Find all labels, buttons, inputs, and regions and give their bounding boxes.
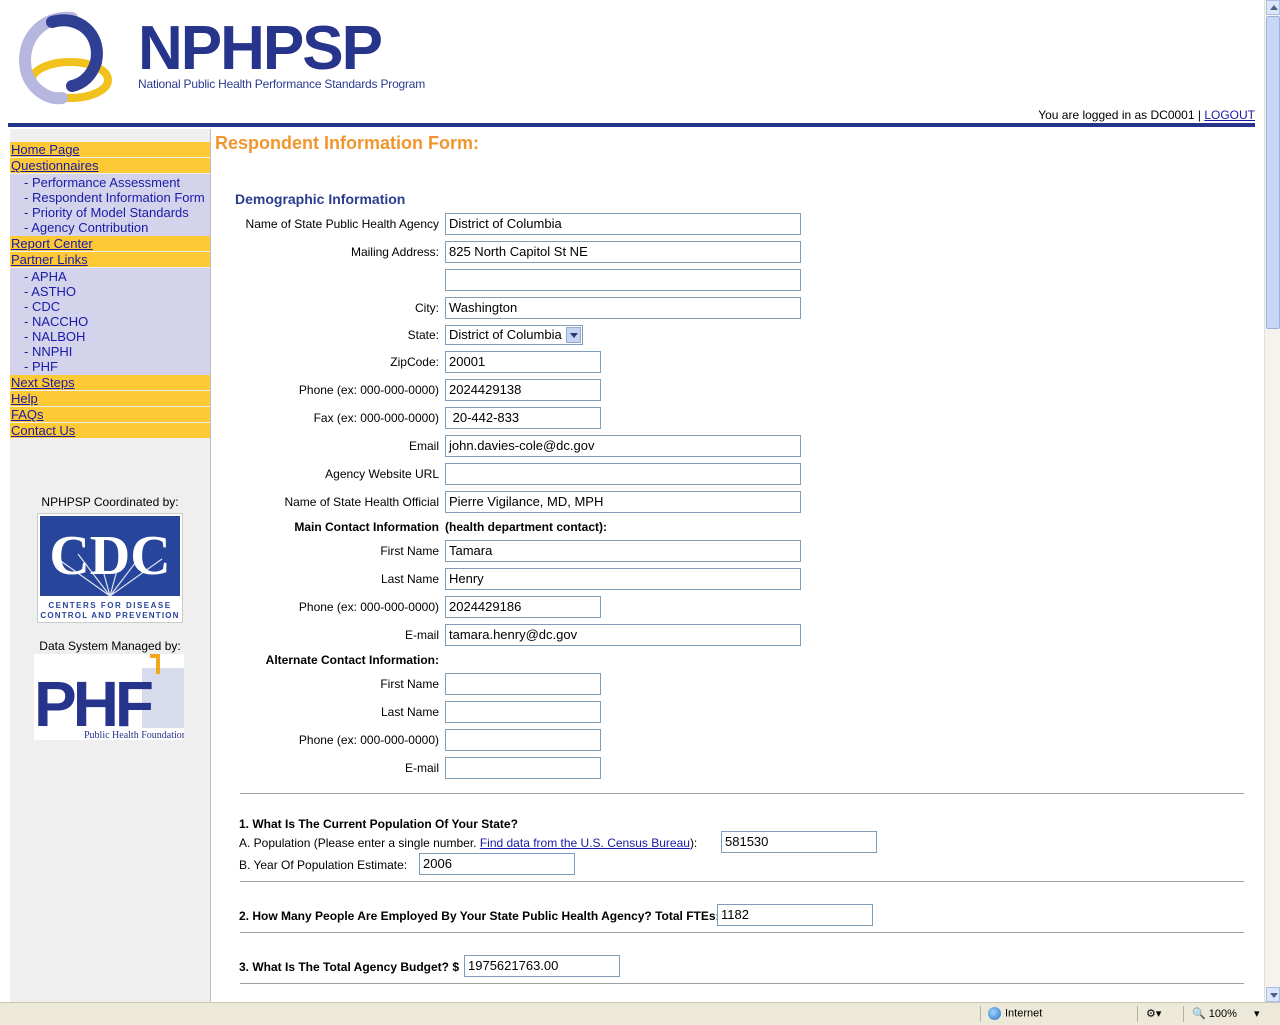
website-label: Agency Website URL [325,467,439,481]
alt-phone-input[interactable] [445,729,601,751]
q1a-prefix: A. Population (Please enter a single num… [239,836,477,850]
zone-label: Internet [1005,1007,1043,1020]
fte-input[interactable]: 1182 [717,904,873,926]
scroll-thumb[interactable] [1266,16,1280,329]
demographic-heading: Demographic Information [235,191,406,207]
zoom-icon: 🔍 [1192,1008,1206,1020]
alt-email-label: E-mail [404,761,439,775]
state-select-value: District of Columbia [449,327,562,342]
main-phone-input[interactable]: 2024429186 [445,596,601,618]
state-label: State: [407,328,439,342]
chevron-down-icon[interactable]: ▾ [1254,1008,1260,1020]
page-title: Respondent Information Form: [215,133,479,153]
email-label: Email [408,439,439,453]
main-last-name-label: Last Name [380,572,439,586]
alt-last-name-label: Last Name [380,705,439,719]
phone-input[interactable]: 2024429138 [445,379,601,401]
section-divider [240,793,1244,794]
q1a-suffix: ): [689,836,698,850]
alt-first-name-input[interactable] [445,673,601,695]
section-divider [240,881,1244,882]
agency-name-label: Name of State Public Health Agency [245,217,439,231]
nav-questionnaires[interactable]: Questionnaires [10,158,210,173]
alt-first-name-label: First Name [380,677,439,691]
alt-contact-label: Alternate Contact Information: [265,653,439,667]
status-bar: Internet ⚙▾ 🔍 100% ▾ [0,1002,1280,1025]
main-contact-note: (health department contact): [445,520,608,534]
mailing-address-input-2[interactable] [445,269,801,291]
main-first-name-input[interactable]: Tamara [445,540,801,562]
fax-label: Fax (ex: 000-000-0000) [313,411,439,425]
status-divider [980,1006,981,1022]
nav-home[interactable]: Home Page [10,142,210,157]
browser-viewport: NPHPSP National Public Health Performanc… [0,0,1264,1002]
section-divider [240,932,1244,933]
state-select[interactable]: District of Columbia [445,325,583,345]
zip-label: ZipCode: [390,355,439,369]
main-email-input[interactable]: tamara.henry@dc.gov [445,624,801,646]
zip-input[interactable]: 20001 [445,351,601,373]
q1a-label: A. Population (Please enter a single num… [239,836,697,850]
section-divider [240,983,1244,984]
fax-input[interactable]: 20-442-833 [445,407,601,429]
population-input[interactable]: 581530 [721,831,877,853]
mailing-address-input-1[interactable]: 825 North Capitol St NE [445,241,801,263]
login-status: You are logged in as DC0001 | LOGOUT [1038,108,1255,122]
login-text: You are logged in as DC0001 | [1038,108,1201,122]
status-divider [1137,1006,1138,1022]
security-zone: Internet [988,1007,1042,1020]
q1-title: 1. What Is The Current Population Of You… [239,817,518,831]
census-link[interactable]: Find data from the U.S. Census Bureau [480,836,690,850]
q2-title: 2. How Many People Are Employed By Your … [239,909,720,923]
nphpsp-logo-icon [19,11,112,105]
email-input[interactable]: john.davies-cole@dc.gov [445,435,801,457]
nav-partner-naccho[interactable]: - NACCHO [24,314,210,329]
nav-respondent-information-form[interactable]: - Respondent Information Form [24,190,210,205]
alt-email-input[interactable] [445,757,601,779]
status-divider [1183,1006,1184,1022]
alt-phone-label: Phone (ex: 000-000-0000) [298,733,439,747]
q3-title: 3. What Is The Total Agency Budget? $ [239,960,460,974]
nav-partner-astho[interactable]: - ASTHO [24,284,210,299]
scroll-down-icon[interactable] [1266,987,1280,1002]
brand-title: NPHPSP [138,14,383,83]
alt-last-name-input[interactable] [445,701,601,723]
nav-performance-assessment[interactable]: - Performance Assessment [24,175,210,190]
main-phone-label: Phone (ex: 000-000-0000) [298,600,439,614]
brand-subtitle: National Public Health Performance Stand… [138,77,426,91]
population-year-input[interactable]: 2006 [419,853,575,875]
main-last-name-input[interactable]: Henry [445,568,801,590]
protected-mode-icon[interactable]: ⚙▾ [1146,1007,1161,1020]
agency-name-input[interactable]: District of Columbia [445,213,801,235]
official-label: Name of State Health Official [284,495,439,509]
q1b-label: B. Year Of Population Estimate: [239,858,408,872]
budget-input[interactable]: 1975621763.00 [464,955,620,977]
globe-icon [988,1007,1001,1020]
city-label: City: [415,301,439,315]
vertical-scrollbar[interactable] [1264,0,1280,1002]
city-input[interactable]: Washington [445,297,801,319]
main-first-name-label: First Name [380,544,439,558]
zoom-control[interactable]: 🔍 100% ▾ [1192,1007,1260,1020]
nav-contact-us[interactable]: Contact Us [10,423,210,438]
zoom-level: 100% [1208,1008,1237,1020]
official-input[interactable]: Pierre Vigilance, MD, MPH [445,491,801,513]
main-email-label: E-mail [404,628,439,642]
main-contact-label: Main Contact Information [294,520,439,534]
scroll-up-icon[interactable] [1266,0,1280,15]
header-divider [8,123,1255,127]
logout-link[interactable]: LOGOUT [1204,108,1255,122]
phone-label: Phone (ex: 000-000-0000) [298,383,439,397]
chevron-down-icon[interactable] [566,327,581,343]
nav-partner-apha[interactable]: - APHA [24,269,210,284]
mailing-address-label: Mailing Address: [350,245,439,259]
website-input[interactable] [445,463,801,485]
